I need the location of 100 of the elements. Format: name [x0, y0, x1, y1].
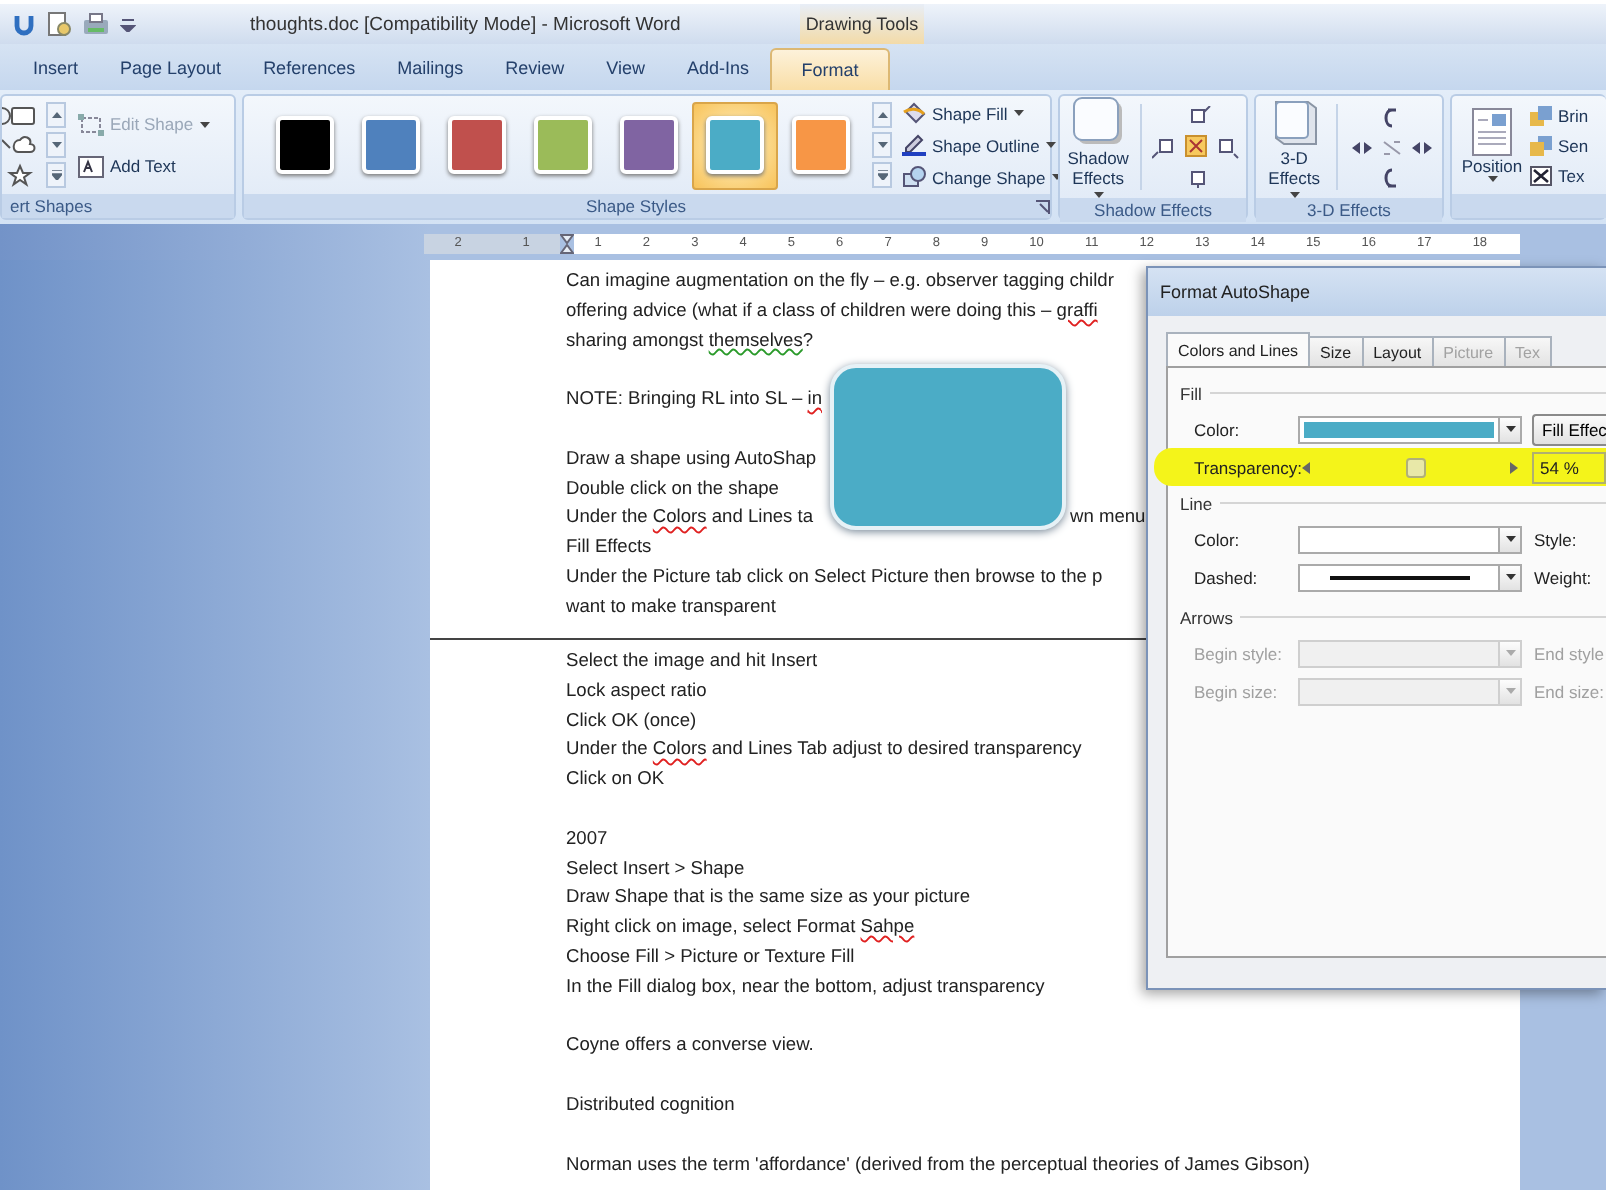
text-line: Click OK (once) [566, 707, 697, 734]
caret-icon [1505, 536, 1515, 542]
ribbon-command[interactable]: Tex [1530, 163, 1589, 187]
dialog-tab[interactable]: Size [1308, 336, 1364, 366]
printer-icon[interactable] [82, 11, 110, 37]
tilt-arrows-drawing[interactable] [1348, 105, 1436, 189]
caret-icon [1505, 426, 1515, 432]
dialog-launcher-icon[interactable] [1036, 199, 1050, 213]
group-label: 3-D Effects [1256, 198, 1442, 222]
dropdown-field[interactable] [1298, 563, 1522, 591]
dropdown-field[interactable] [1298, 415, 1522, 443]
right-arrow-icon[interactable] [1510, 461, 1518, 473]
caret-icon [1505, 650, 1515, 656]
text-line: Choose Fill > Picture or Texture Fill [566, 943, 855, 970]
ribbon-tab[interactable]: Review [484, 44, 586, 90]
text-line: 2007 [566, 825, 608, 852]
transparency-slider[interactable] [1298, 453, 1522, 481]
percent-field[interactable]: 54 % [1532, 451, 1606, 483]
text-line: Can imagine augmentation on the fly – e.g. observer tagging childr [566, 268, 1114, 294]
stacked-pages-icon [1530, 135, 1552, 155]
shapes-icon [902, 166, 926, 188]
page-icon[interactable] [46, 10, 72, 38]
edit-points-icon [78, 113, 104, 135]
text-line: Under the Picture tab click on Select Picture then browse to the p [566, 563, 1103, 590]
left-arrow-icon[interactable] [1302, 461, 1310, 473]
ribbon-large-button[interactable]: 3-D Effects [1262, 96, 1327, 198]
text-line: Draw Shape that is the same size as your picture [566, 884, 971, 911]
text-line: Norman uses the term 'affordance' (derived from the perceptual theories of James Gibson) [566, 1151, 1310, 1178]
ribbon-command[interactable]: Brin [1530, 103, 1589, 127]
scroll-up-button[interactable] [46, 102, 66, 128]
text-line: Right click on image, select Format Sahpe [566, 914, 915, 941]
text-line: Coyne offers a converse view. [566, 1032, 814, 1059]
dialog-title: Format AutoShape [1148, 268, 1606, 316]
ribbon-tab[interactable]: View [585, 44, 666, 90]
scroll-up-icon [877, 112, 887, 118]
text-line: Lock aspect ratio [566, 677, 707, 704]
customize-icon[interactable] [120, 16, 136, 32]
field-label: Style: [1534, 529, 1577, 549]
slider-thumb[interactable] [1406, 457, 1427, 477]
ribbon-tab[interactable]: Add-Ins [665, 44, 771, 90]
section-heading: Fill [1180, 383, 1202, 403]
text-line: Fill Effects [566, 534, 652, 561]
dropdown-field[interactable] [1298, 525, 1522, 553]
shadow-square-icon [1070, 96, 1127, 148]
text-line: offering advice (what if a class of children were doing this – graffi [566, 297, 1098, 324]
more-icon [877, 170, 887, 180]
text-line: want to make transparent [566, 593, 776, 620]
text-line: Select Insert > Shape [566, 855, 745, 882]
field-label: Color: [1194, 529, 1242, 549]
field-label: Color: [1194, 419, 1242, 439]
scroll-down-button[interactable] [872, 132, 892, 158]
scroll-down-icon [877, 142, 887, 148]
group-label: ert Shapes [2, 194, 234, 218]
text-line: Double click on the shape [566, 475, 779, 502]
section-heading: Arrows [1180, 607, 1233, 627]
field-label: End style [1534, 643, 1604, 663]
text-line: Distributed cognition [566, 1091, 735, 1118]
fill-effects-button[interactable]: Fill Effec [1532, 413, 1606, 445]
more-button[interactable] [46, 162, 66, 188]
ribbon-command[interactable]: Sen [1530, 133, 1589, 157]
group-label: Shape Styles [583, 194, 689, 218]
text-line: In the Fill dialog box, near the bottom, adjust transparency [566, 973, 1045, 1000]
ribbon-command[interactable]: Shape Outline [898, 132, 1066, 158]
text-wrap-icon [1530, 165, 1552, 185]
scroll-down-icon [51, 142, 61, 148]
field-label: Begin style: [1194, 643, 1284, 663]
caret-icon [1505, 688, 1515, 694]
text-box-icon [78, 155, 104, 177]
ribbon-tab[interactable]: References [242, 44, 377, 90]
text-line: Select the image and hit Insert [566, 648, 818, 674]
text-line: Draw a shape using AutoShap [566, 445, 817, 472]
caret-icon [1505, 574, 1515, 580]
more-button[interactable] [872, 162, 892, 188]
pen-line-icon [902, 134, 926, 156]
field-label: Begin size: [1194, 681, 1280, 701]
scroll-down-button[interactable] [46, 132, 66, 158]
contextual-tab-label: Drawing Tools [800, 4, 924, 44]
ribbon-command[interactable]: Add Text [74, 153, 214, 179]
ribbon-tab[interactable]: Page Layout [99, 44, 243, 90]
text-line: NOTE: Bringing RL into SL – in [566, 386, 822, 413]
ribbon-large-button[interactable]: Position [1458, 108, 1526, 182]
text-line: Under the Colors and Lines ta [566, 504, 814, 531]
text-line: Click on OK [566, 766, 665, 793]
ribbon-tab[interactable]: Format [770, 48, 891, 90]
undo-icon[interactable] [12, 11, 36, 37]
ribbon-tab[interactable]: Insert [12, 44, 100, 90]
scroll-up-icon [51, 112, 61, 118]
more-icon [51, 170, 61, 180]
window-title: thoughts.doc [Compatibility Mode] - Microsoft Word [250, 13, 683, 35]
ribbon-large-button[interactable]: Shadow Effects [1066, 96, 1131, 198]
dialog-tab[interactable]: Colors and Lines [1166, 332, 1311, 366]
field-label: End size: [1534, 681, 1604, 701]
ribbon-tab[interactable]: Mailings [376, 44, 485, 90]
field-label: Weight: [1534, 567, 1592, 587]
shadow-nudge-drawing[interactable] [1152, 105, 1240, 189]
field-label: Dashed: [1194, 567, 1260, 587]
section-heading: Line [1180, 493, 1213, 513]
field-label: Transparency: [1194, 457, 1298, 477]
dialog-tab[interactable]: Layout [1361, 336, 1434, 366]
scroll-up-button[interactable] [872, 102, 892, 128]
